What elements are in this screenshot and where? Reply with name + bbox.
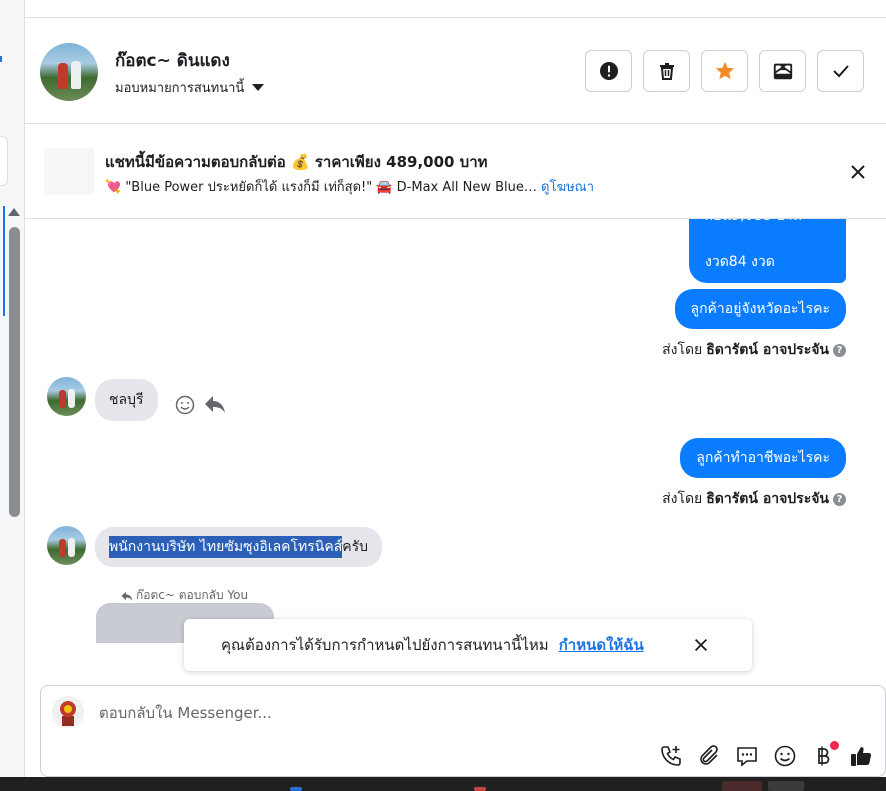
contact-name[interactable]: ก๊อตc~ ดินแดง	[115, 47, 230, 74]
react-smiley-icon[interactable]	[175, 395, 195, 415]
thumbs-up-icon	[851, 747, 872, 766]
scrollbar-thumb[interactable]	[9, 227, 20, 517]
taskbar-app[interactable]	[768, 781, 804, 791]
conversation-header: ก๊อตc~ ดินแดง มอบหมายการสนทนานี้	[25, 19, 886, 124]
assign-prompt-toast: คุณต้องการได้รับการกำหนดไปยังการสนทนานี้…	[184, 619, 752, 671]
archive-button[interactable]	[759, 50, 806, 92]
like-button[interactable]	[849, 744, 873, 768]
reply-arrow-icon	[121, 591, 133, 601]
assign-to-me-link[interactable]: กำหนดให้ฉัน	[559, 633, 644, 657]
taskbar-app[interactable]	[474, 787, 486, 791]
rail-indicator	[0, 56, 2, 62]
rail-active-line	[3, 206, 5, 316]
messenger-inbox: ก๊อตc~ ดินแดง มอบหมายการสนทนานี้ แชทนี้ม…	[0, 0, 886, 791]
ad-context-banner: แชทนี้มีข้อความตอบกลับต่อ 💰 ราคาเพียง 48…	[25, 125, 886, 219]
smiley-icon	[774, 745, 796, 767]
assign-conversation[interactable]: มอบหมายการสนทนานี้	[115, 77, 265, 98]
ad-description-text: 💘 "Blue Power ประหยัดก็ได้ แรงก็มี เท่ก็…	[105, 180, 537, 195]
view-ad-link[interactable]: ดูโฆษณา	[541, 180, 594, 195]
contact-avatar-small[interactable]	[47, 377, 86, 416]
left-rail	[0, 0, 25, 791]
sent-by-label: ส่งโดย ธิดารัตน์ อาจประจัน ?	[662, 488, 846, 510]
selected-text: พนักงานบริษัท ไทยซัมซุงอิเลคโทรนิคส์	[109, 536, 343, 558]
close-icon[interactable]	[692, 636, 710, 654]
ad-thumbnail[interactable]	[44, 148, 94, 195]
help-icon[interactable]: ?	[833, 492, 846, 506]
sent-by-prefix: ส่งโดย	[662, 342, 703, 358]
star-icon	[715, 61, 734, 80]
message-line: ผ่อน9,088 บาท	[705, 219, 802, 227]
sent-by-prefix: ส่งโดย	[662, 491, 703, 507]
rail-tab[interactable]	[0, 136, 8, 186]
reply-input[interactable]	[99, 704, 599, 722]
message-thread[interactable]: ผ่อน9,088 บาท งวด84 งวด ลูกค้าอยู่จังหวั…	[25, 219, 886, 685]
assign-label: มอบหมายการสนทนานี้	[115, 81, 245, 96]
envelope-x-icon	[773, 63, 792, 80]
call-button[interactable]	[659, 744, 683, 768]
message-line: งวด84 งวด	[705, 254, 775, 270]
sender-name: ธิดารัตน์ อาจประจัน	[706, 342, 829, 358]
outgoing-message[interactable]: ผ่อน9,088 บาท งวด84 งวด	[689, 219, 846, 283]
payment-button[interactable]	[811, 741, 839, 768]
delete-button[interactable]	[643, 50, 690, 92]
page-avatar	[52, 696, 84, 728]
taskbar-app[interactable]	[290, 787, 302, 791]
toast-text: คุณต้องการได้รับการกำหนดไปยังการสนทนานี้…	[221, 636, 549, 654]
incoming-message[interactable]: ชลบุรี	[95, 379, 158, 421]
exclamation-icon	[599, 62, 618, 80]
incoming-message[interactable]: พนักงานบริษัท ไทยซัมซุงอิเลคโทรนิคส์ ครั…	[95, 527, 383, 567]
notification-dot	[830, 741, 839, 750]
message-text: ครับ	[342, 539, 369, 555]
attach-button[interactable]	[697, 744, 721, 768]
os-taskbar	[0, 777, 886, 791]
scroll-up-arrow-icon[interactable]	[8, 208, 20, 216]
top-strip	[25, 0, 886, 18]
sent-by-label: ส่งโดย ธิดารัตน์ อาจประจัน ?	[662, 339, 846, 361]
paperclip-icon	[700, 745, 718, 765]
header-actions	[585, 50, 864, 92]
emoji-button[interactable]	[773, 744, 797, 768]
chevron-down-icon[interactable]	[252, 84, 265, 91]
phone-plus-icon	[661, 746, 681, 766]
trash-icon	[659, 63, 674, 80]
close-icon[interactable]	[848, 162, 868, 182]
outgoing-message[interactable]: ลูกค้าอยู่จังหวัดอะไรคะ	[674, 289, 846, 329]
mark-done-button[interactable]	[817, 50, 864, 92]
mark-spam-button[interactable]	[585, 50, 632, 92]
outgoing-message[interactable]: ลูกค้าทำอาชีพอะไรคะ	[680, 438, 846, 478]
help-icon[interactable]: ?	[833, 343, 846, 357]
ad-description: 💘 "Blue Power ประหยัดก็ได้ แรงก็มี เท่ก็…	[105, 176, 594, 197]
chat-bubble-icon	[737, 747, 757, 767]
contact-avatar-small[interactable]	[47, 526, 86, 565]
star-button[interactable]	[701, 50, 748, 92]
reply-composer	[40, 685, 886, 777]
sender-name: ธิดารัตน์ อาจประจัน	[706, 491, 829, 507]
contact-avatar[interactable]	[40, 43, 98, 101]
composer-tools	[659, 741, 873, 768]
check-icon	[832, 65, 849, 78]
ad-title: แชทนี้มีข้อความตอบกลับต่อ 💰 ราคาเพียง 48…	[105, 153, 488, 171]
taskbar-app[interactable]	[722, 781, 762, 791]
reply-arrow-icon[interactable]	[203, 393, 227, 415]
saved-replies-button[interactable]	[735, 744, 759, 768]
